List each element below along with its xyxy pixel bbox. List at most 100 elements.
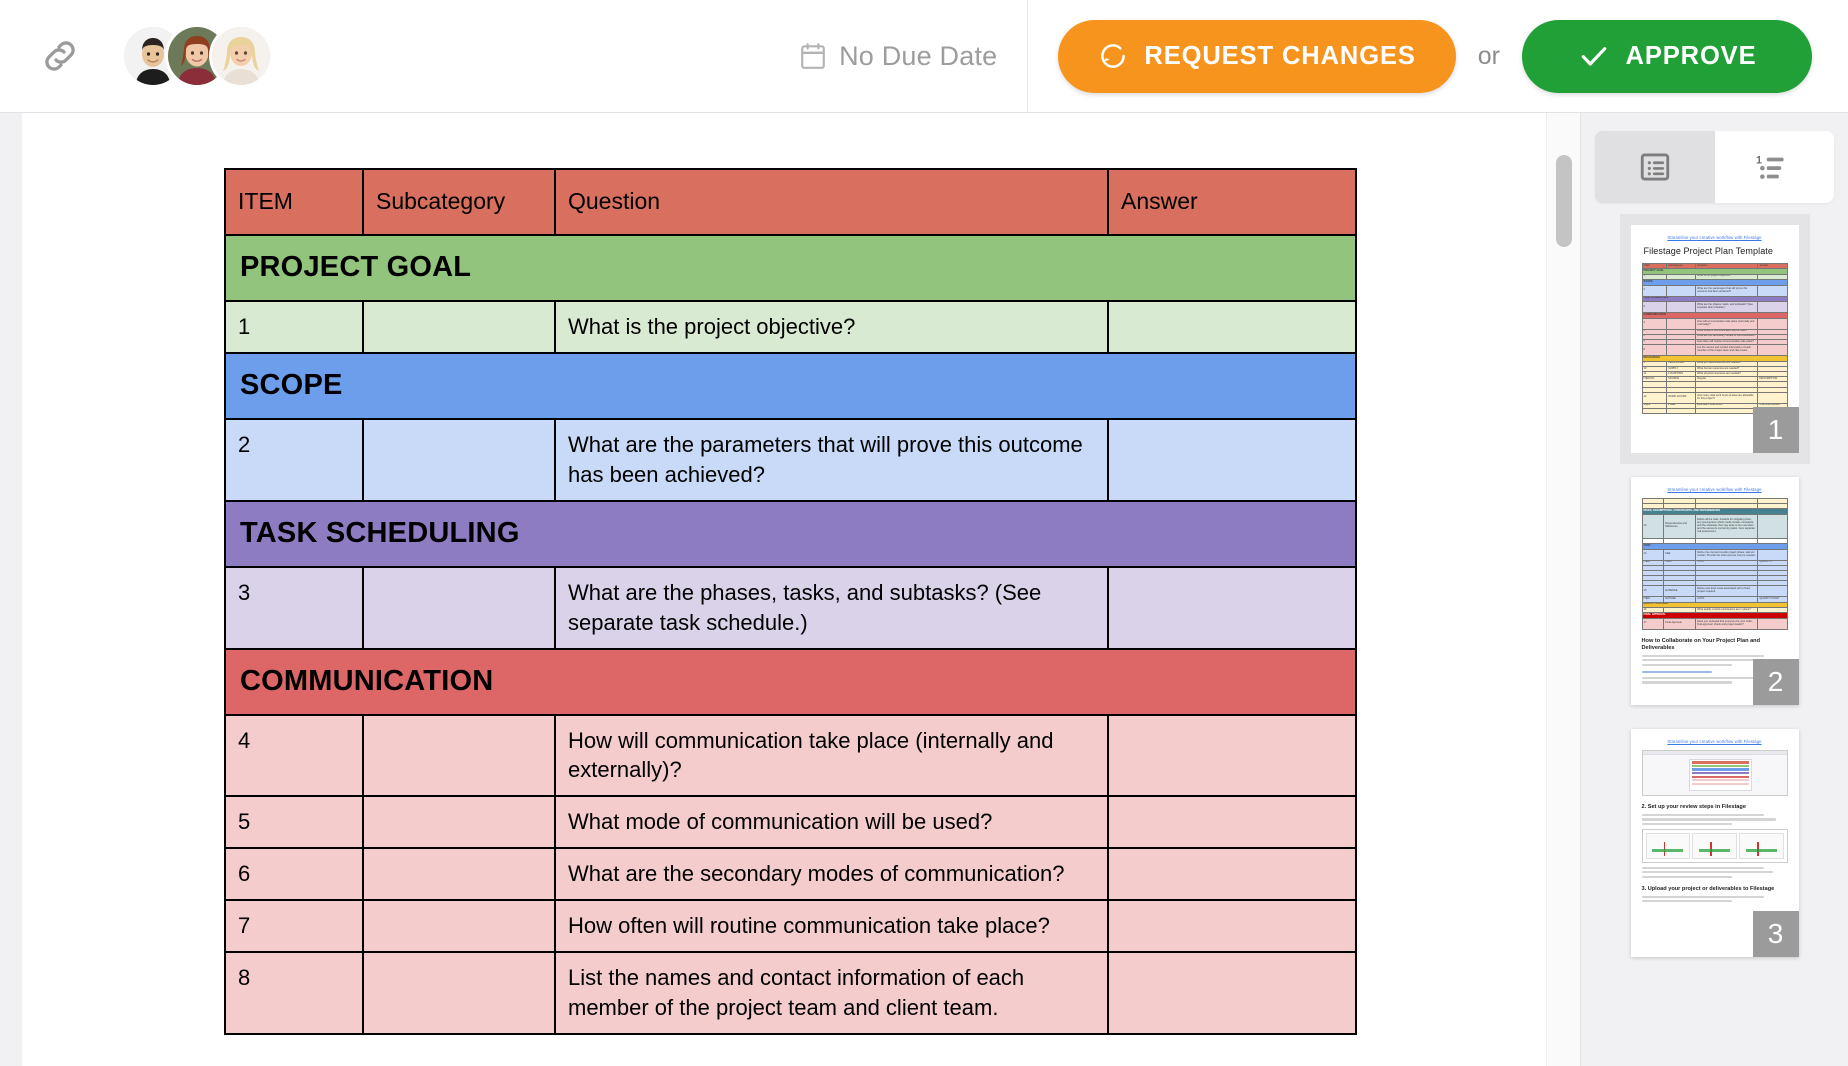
- cell-subcategory: [362, 847, 556, 902]
- thumbnail-table: ITEM Subcategory Question Answer PROJECT GO…: [1641, 262, 1788, 415]
- approve-button[interactable]: APPROVE: [1522, 19, 1812, 93]
- section-title: COMMUNICATION: [224, 647, 1357, 716]
- request-changes-button[interactable]: REQUEST CHANGES: [1058, 19, 1456, 93]
- table-row: 4 How will communication take place (int…: [224, 713, 1357, 798]
- document-viewer: ITEM Subcategory Question Answer PROJECT…: [0, 113, 1580, 1066]
- top-toolbar: No Due Date REQUEST CHANGES or APPROVE: [0, 0, 1848, 113]
- thumbnail-text-line: [1641, 875, 1733, 878]
- thumbnail-heading: How to Collaborate on Your Project Plan …: [1641, 637, 1761, 651]
- table-row: 6 What are the secondary modes of commun…: [224, 847, 1357, 902]
- cell-item: 8: [224, 951, 364, 1035]
- page-thumbnail-1[interactable]: Streamline your creative workflow with F…: [1630, 225, 1799, 453]
- thumbnail-text-line: [1641, 681, 1733, 684]
- thumbnail-text-line: [1641, 900, 1733, 903]
- thumbnail-link: Streamline your creative workflow with F…: [1667, 235, 1762, 240]
- thumbnail-text-line: [1641, 822, 1733, 825]
- panel-tabstrip: 1: [1595, 131, 1834, 203]
- cell-subcategory: [362, 951, 556, 1035]
- or-label: or: [1477, 41, 1500, 70]
- avatar[interactable]: [212, 27, 270, 85]
- due-date-label: No Due Date: [839, 40, 998, 71]
- thumbnail-text-line: [1641, 677, 1756, 680]
- table-row: 3 What are the phases, tasks, and subtas…: [224, 565, 1357, 650]
- cell-item: 5: [224, 795, 364, 850]
- cell-subcategory: [362, 417, 556, 502]
- numbered-list-icon: 1: [1756, 152, 1792, 182]
- thumbnail-number: 3: [1752, 911, 1799, 957]
- table-row: 8 List the names and contact information…: [224, 951, 1357, 1035]
- column-header-answer: Answer: [1107, 168, 1357, 236]
- table-header-row: ITEM Subcategory Question Answer: [224, 168, 1357, 236]
- column-header-question: Question: [554, 168, 1109, 236]
- page-thumbnail-list: Streamline your creative workflow with F…: [1581, 203, 1848, 1066]
- cell-subcategory: [362, 565, 556, 650]
- thumbnail-link: Streamline your creative workflow with F…: [1667, 487, 1762, 492]
- app-body: ITEM Subcategory Question Answer PROJECT…: [0, 113, 1848, 1066]
- thumbnail-text-line: [1641, 670, 1712, 674]
- approve-label: APPROVE: [1625, 41, 1757, 70]
- comment-list-icon: [1638, 150, 1672, 184]
- thumbnail-text-line: [1641, 866, 1765, 870]
- svg-text:1: 1: [1756, 154, 1762, 166]
- project-plan-table: ITEM Subcategory Question Answer PROJECT…: [224, 168, 1357, 1035]
- table-row: 1 What is the project objective?: [224, 300, 1357, 354]
- calendar-icon: [800, 42, 826, 70]
- approval-actions: REQUEST CHANGES or APPROVE: [1028, 19, 1848, 93]
- cell-answer[interactable]: [1107, 300, 1357, 354]
- cell-question: How often will routine communication tak…: [554, 899, 1109, 954]
- cell-answer[interactable]: [1107, 713, 1357, 798]
- thumbnail-number: 2: [1752, 659, 1799, 705]
- thumbnail-title: Filestage Project Plan Template: [1643, 246, 1773, 256]
- page-thumbnail-3[interactable]: Streamline your creative workflow with F…: [1630, 729, 1799, 957]
- page-content: ITEM Subcategory Question Answer PROJECT…: [22, 113, 1580, 1035]
- section-header-row: TASK SCHEDULING: [224, 499, 1357, 568]
- thumbnail-screenshot: [1641, 828, 1788, 863]
- section-title: SCOPE: [224, 351, 1357, 420]
- section-header-row: SCOPE: [224, 351, 1357, 420]
- thumbnail-text-line: [1641, 813, 1765, 817]
- cell-item: 6: [224, 847, 364, 902]
- cell-answer[interactable]: [1107, 565, 1357, 650]
- cell-answer[interactable]: [1107, 847, 1357, 902]
- cell-answer[interactable]: [1107, 899, 1357, 954]
- avatar-group: [124, 27, 270, 85]
- link-icon[interactable]: [38, 34, 82, 78]
- thumbnail-text-line: [1641, 663, 1733, 666]
- cell-subcategory: [362, 713, 556, 798]
- page-thumbnail-2[interactable]: Streamline your creative workflow with F…: [1630, 477, 1799, 705]
- check-icon: [1578, 40, 1610, 72]
- due-date-selector[interactable]: No Due Date: [800, 41, 1027, 72]
- cell-subcategory: [362, 795, 556, 850]
- cell-item: 7: [224, 899, 364, 954]
- section-header-row: PROJECT GOAL: [224, 234, 1357, 302]
- section-title: PROJECT GOAL: [224, 234, 1357, 302]
- table-row: 5 What mode of communication will be use…: [224, 795, 1357, 850]
- cell-question: What are the phases, tasks, and subtasks…: [554, 565, 1109, 650]
- thumbnail-text-line: [1641, 654, 1765, 658]
- cell-question: What mode of communication will be used?: [554, 795, 1109, 850]
- thumbnail-table: RISKS, ASSUMPTIONS, CONSTRAINTS, AND DEP…: [1641, 497, 1788, 630]
- revision-arrow-icon: [1098, 41, 1128, 71]
- cell-question: How will communication take place (inter…: [554, 713, 1109, 798]
- app-root: No Due Date REQUEST CHANGES or APPROVE I…: [0, 0, 1848, 1066]
- table-row: 7 How often will routine communication t…: [224, 899, 1357, 954]
- document-page: ITEM Subcategory Question Answer PROJECT…: [22, 113, 1580, 1066]
- thumbnail-text-line: [1641, 871, 1773, 874]
- thumbnail-number: 1: [1752, 407, 1799, 453]
- thumbnail-text-line: [1641, 818, 1776, 821]
- cell-item: 3: [224, 565, 364, 650]
- tab-pages[interactable]: 1: [1714, 131, 1834, 203]
- table-row: 2 What are the parameters that will prov…: [224, 417, 1357, 502]
- thumbnail-step-heading: 3. Upload your project or deliverables t…: [1641, 885, 1775, 892]
- cell-subcategory: [362, 300, 556, 354]
- cell-question: What are the parameters that will prove …: [554, 417, 1109, 502]
- viewer-scrollbar[interactable]: [1546, 113, 1580, 1066]
- toolbar-left-group: [0, 27, 270, 85]
- thumbnail-screenshot: [1641, 750, 1788, 796]
- cell-item: 2: [224, 417, 364, 502]
- scrollbar-thumb[interactable]: [1556, 155, 1572, 247]
- cell-answer[interactable]: [1107, 951, 1357, 1035]
- cell-answer[interactable]: [1107, 795, 1357, 850]
- cell-answer[interactable]: [1107, 417, 1357, 502]
- tab-comments[interactable]: [1595, 131, 1715, 203]
